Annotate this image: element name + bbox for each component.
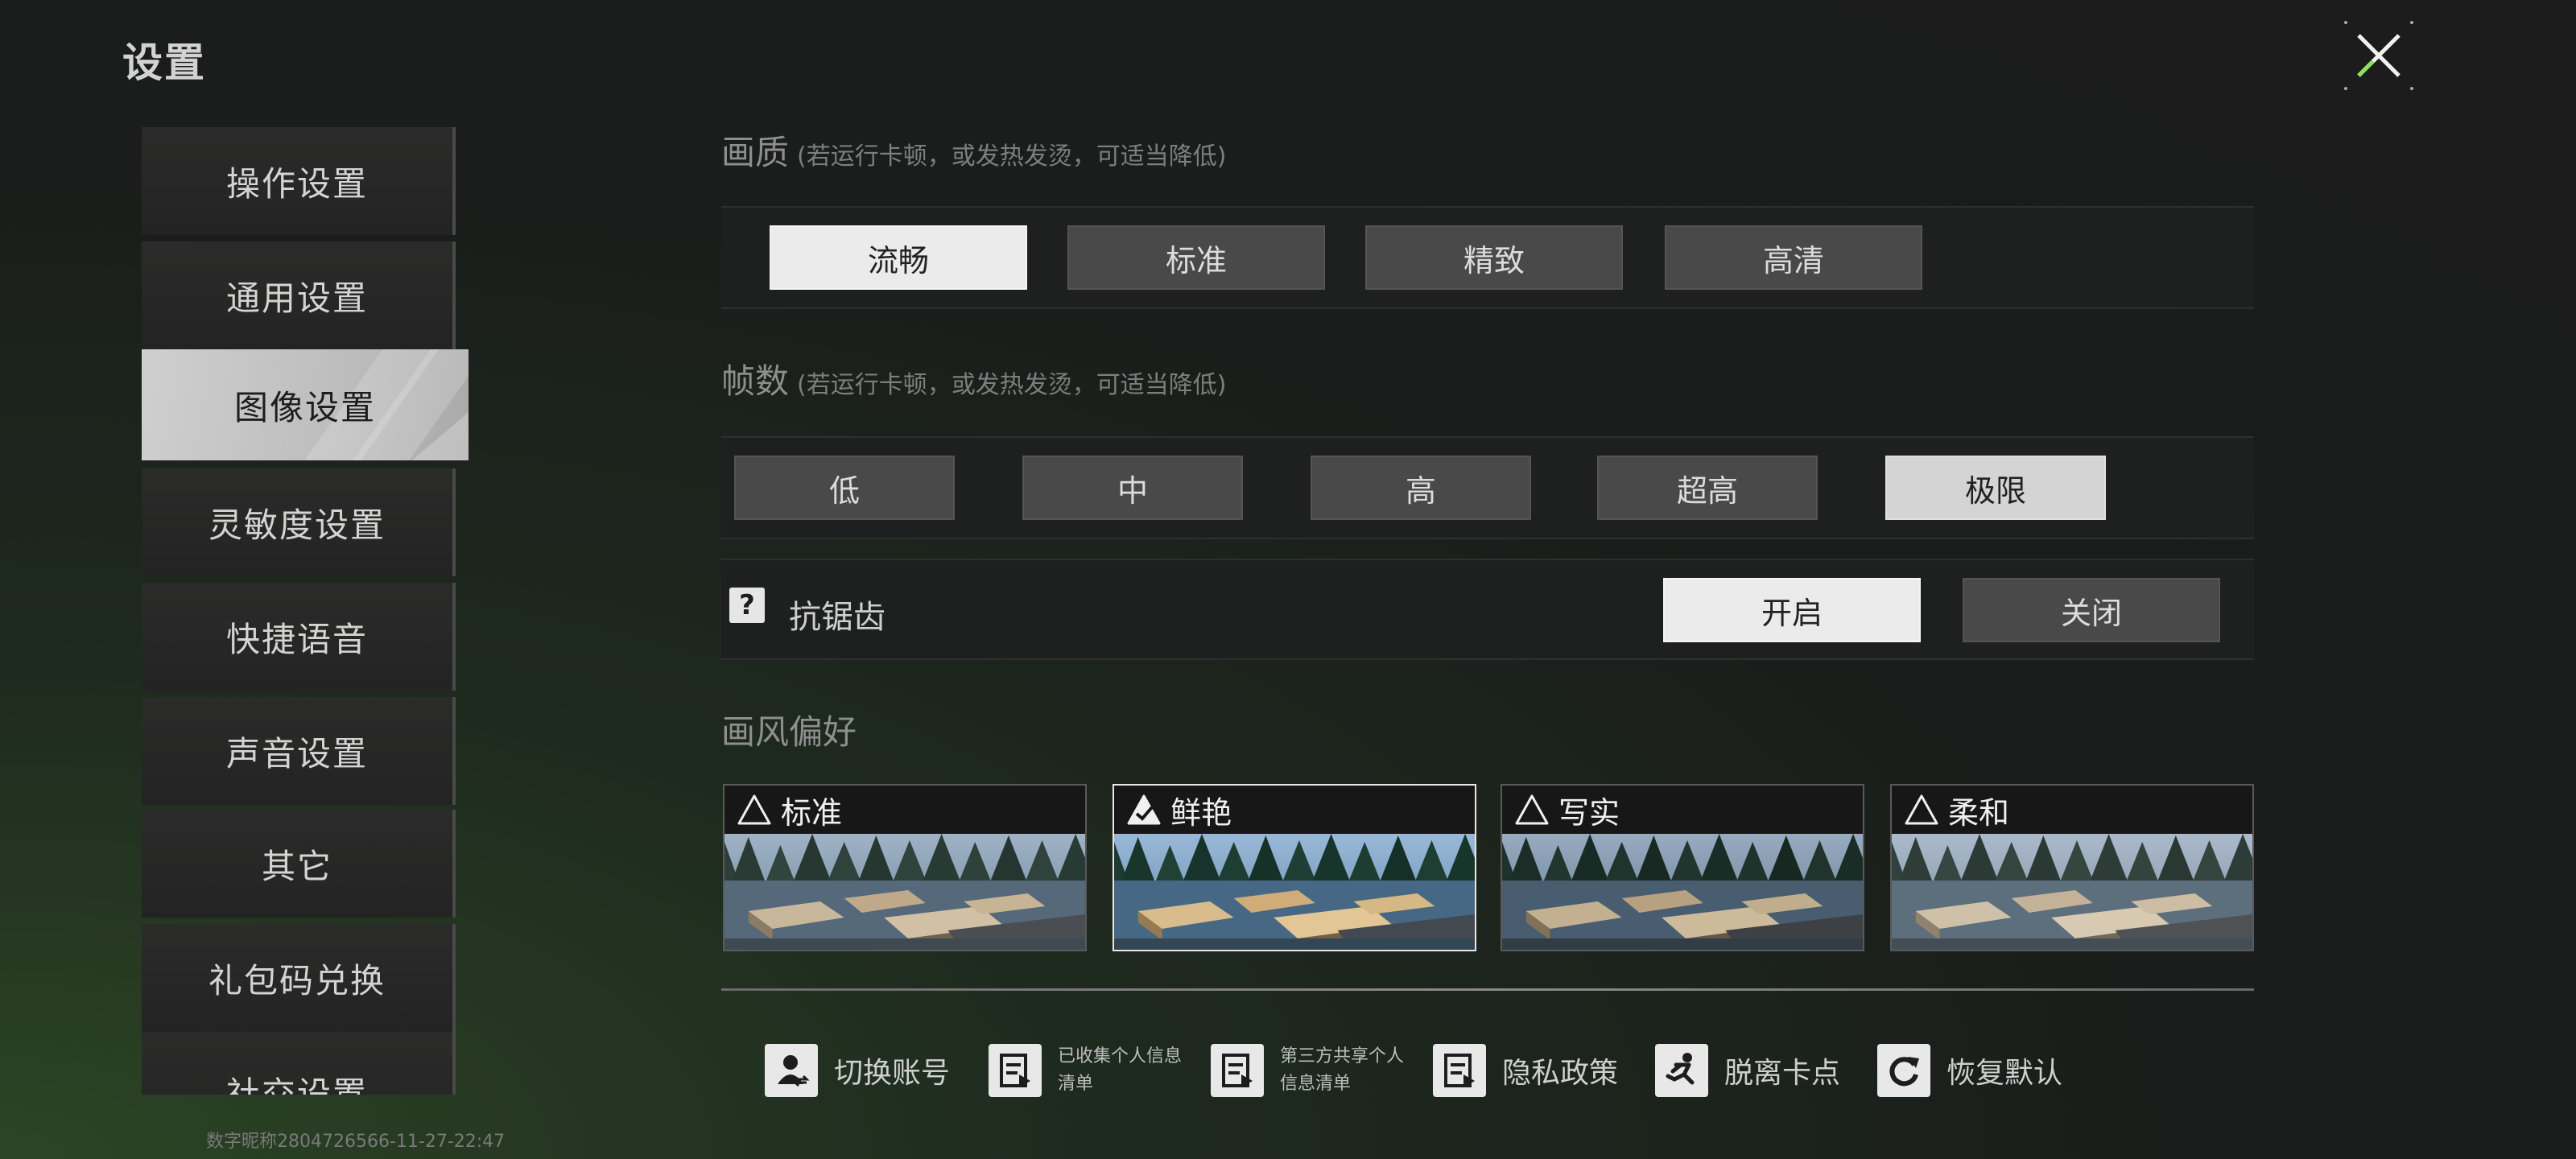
settings-sidebar: 操作设置 通用设置 图像设置 灵敏度设置 快捷语音 声音设置 其它 礼包码兑换 …: [142, 127, 470, 1095]
framerate-option-low[interactable]: 低: [734, 456, 955, 520]
restore-defaults-button[interactable]: 恢复默认: [1877, 1040, 2062, 1101]
style-preview-image: [724, 834, 1085, 950]
triangle-check-icon: [1127, 794, 1161, 825]
antialias-row: ? 抗锯齿 开启 关闭: [721, 559, 2254, 660]
running-man-icon: [1655, 1044, 1708, 1097]
sidebar-item-quick-voice[interactable]: 快捷语音: [142, 583, 456, 691]
triangle-outline-icon: [1905, 794, 1938, 825]
framerate-option-extreme[interactable]: 极限: [1885, 456, 2106, 520]
sidebar-item-controls[interactable]: 操作设置: [142, 127, 456, 235]
switch-account-icon: [765, 1044, 818, 1097]
framerate-options-row: 低 中 高 超高 极限: [721, 436, 2254, 539]
antialias-on-button[interactable]: 开启: [1663, 578, 1921, 642]
sidebar-item-social[interactable]: 社交设置: [142, 1032, 456, 1095]
quality-option-standard[interactable]: 标准: [1067, 225, 1325, 290]
style-preview-image: [1892, 834, 2252, 950]
privacy-policy-button[interactable]: 隐私政策: [1433, 1040, 1618, 1101]
sidebar-item-graphics[interactable]: 图像设置: [142, 349, 469, 460]
player-id-text: 数字昵称2804726566-11-27-22:47: [206, 1132, 506, 1152]
style-preview-image: [1502, 834, 1863, 950]
document-icon: [1211, 1044, 1264, 1097]
sidebar-item-sensitivity[interactable]: 灵敏度设置: [142, 468, 456, 576]
refresh-icon: [1877, 1044, 1930, 1097]
framerate-option-high[interactable]: 高: [1311, 456, 1531, 520]
sidebar-item-gift-code[interactable]: 礼包码兑换: [142, 924, 456, 1032]
style-card-soft[interactable]: 柔和: [1890, 784, 2254, 951]
page-title: 设置: [122, 39, 206, 86]
close-button[interactable]: [2341, 18, 2417, 93]
third-party-info-list-button[interactable]: 第三方共享个人信息清单: [1211, 1040, 1417, 1101]
framerate-option-ultra[interactable]: 超高: [1597, 456, 1818, 520]
sidebar-item-sound[interactable]: 声音设置: [142, 697, 456, 805]
quality-option-refined[interactable]: 精致: [1365, 225, 1623, 290]
document-icon: [1433, 1044, 1486, 1097]
collected-info-list-button[interactable]: 已收集个人信息清单: [989, 1040, 1195, 1101]
sidebar-item-general[interactable]: 通用设置: [142, 241, 456, 349]
quality-option-hd[interactable]: 高清: [1665, 225, 1922, 290]
style-card-standard[interactable]: 标准: [723, 784, 1087, 951]
antialias-off-button[interactable]: 关闭: [1963, 578, 2220, 642]
style-section-label: 画风偏好: [721, 712, 857, 752]
triangle-outline-icon: [1515, 794, 1549, 825]
unstuck-button[interactable]: 脱离卡点: [1655, 1040, 1840, 1101]
framerate-option-medium[interactable]: 中: [1022, 456, 1243, 520]
quality-option-smooth[interactable]: 流畅: [770, 225, 1027, 290]
close-icon: [2344, 21, 2413, 90]
sidebar-item-other[interactable]: 其它: [142, 810, 456, 918]
switch-account-button[interactable]: 切换账号: [765, 1040, 950, 1101]
antialias-label: 抗锯齿: [789, 599, 886, 636]
style-card-vivid[interactable]: 鲜艳: [1113, 784, 1476, 951]
quality-options-row: 流畅 标准 精致 高清: [721, 206, 2254, 309]
framerate-section-label: 帧数 (若运行卡顿，或发热发烫，可适当降低): [721, 361, 1227, 401]
quality-section-label: 画质 (若运行卡顿，或发热发烫，可适当降低): [721, 133, 1227, 172]
style-preview-image: [1114, 834, 1475, 950]
style-card-realistic[interactable]: 写实: [1501, 784, 1864, 951]
triangle-outline-icon: [737, 794, 771, 825]
document-icon: [989, 1044, 1042, 1097]
section-divider: [721, 988, 2254, 991]
help-icon[interactable]: ?: [729, 588, 765, 623]
